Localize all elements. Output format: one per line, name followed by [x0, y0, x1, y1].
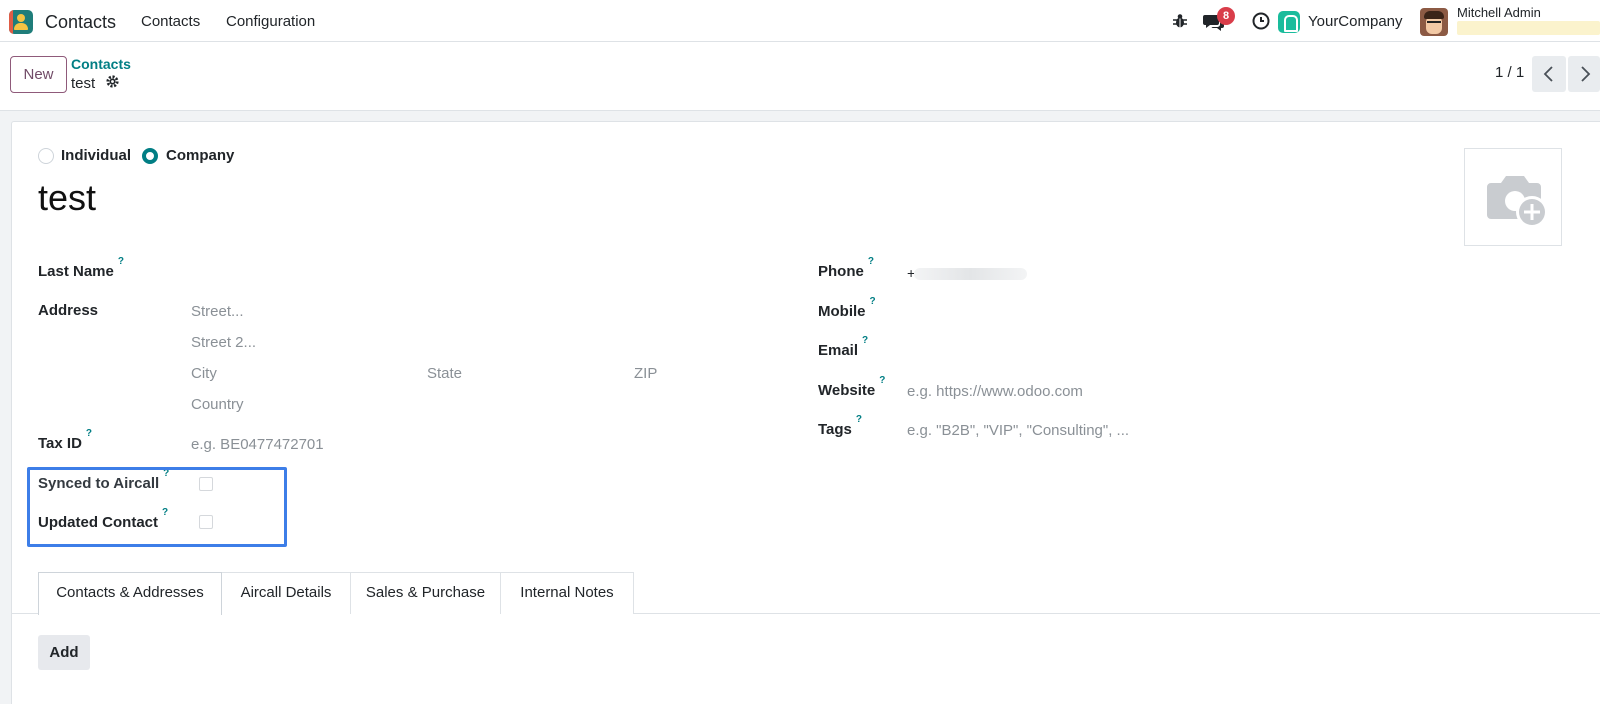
control-panel: New Contacts test 1 / 1 [0, 42, 1600, 111]
tax-id-label: Tax ID? [38, 428, 93, 452]
contacts-app-icon[interactable] [9, 10, 33, 34]
pager-previous-button[interactable] [1532, 56, 1566, 92]
gear-icon[interactable] [105, 74, 120, 89]
company-switcher[interactable]: YourCompany [1308, 13, 1403, 30]
email-help[interactable]: ? [862, 335, 868, 346]
form-sheet: Individual Company test Last Name? Addre… [11, 121, 1600, 704]
address-label: Address [38, 302, 99, 319]
breadcrumb-current: test [71, 75, 96, 92]
mobile-label: Mobile? [818, 296, 876, 320]
tab-contacts-addresses[interactable]: Contacts & Addresses [38, 572, 222, 615]
zip-input[interactable]: ZIP [634, 365, 657, 382]
radio-individual-label[interactable]: Individual [61, 147, 131, 164]
clock-icon[interactable] [1252, 12, 1270, 30]
tab-internal-notes[interactable]: Internal Notes [501, 572, 634, 614]
state-input[interactable]: State [427, 365, 462, 382]
street-input[interactable]: Street... [191, 303, 244, 320]
chevron-left-icon [1543, 66, 1553, 82]
radio-individual[interactable] [38, 148, 54, 164]
country-input[interactable]: Country [191, 396, 244, 413]
website-help[interactable]: ? [879, 375, 885, 386]
menu-configuration[interactable]: Configuration [226, 13, 315, 30]
user-menu-name[interactable]: Mitchell Admin [1457, 5, 1541, 20]
phone-label: Phone? [818, 256, 874, 280]
mobile-help[interactable]: ? [870, 296, 876, 307]
user-avatar[interactable] [1420, 8, 1448, 36]
pager-next-button[interactable] [1568, 56, 1600, 92]
menu-contacts[interactable]: Contacts [141, 13, 200, 30]
bug-icon[interactable] [1171, 12, 1189, 30]
website-input[interactable]: e.g. https://www.odoo.com [907, 383, 1083, 400]
phone-help[interactable]: ? [868, 256, 874, 267]
breadcrumb-contacts[interactable]: Contacts [71, 56, 131, 72]
tags-label: Tags? [818, 414, 863, 438]
tags-help[interactable]: ? [856, 414, 862, 425]
company-icon[interactable] [1278, 11, 1300, 33]
radio-company-label[interactable]: Company [166, 147, 234, 164]
website-label: Website? [818, 375, 886, 399]
radio-company[interactable] [142, 148, 158, 164]
tags-input[interactable]: e.g. "B2B", "VIP", "Consulting", ... [907, 422, 1129, 439]
aircall-fields-highlight [27, 467, 287, 547]
add-contact-button[interactable]: Add [38, 635, 90, 670]
street2-input[interactable]: Street 2... [191, 334, 256, 351]
tab-aircall-details[interactable]: Aircall Details [222, 572, 351, 614]
email-label: Email? [818, 335, 869, 359]
chevron-right-icon [1581, 66, 1591, 82]
tax-id-help[interactable]: ? [86, 428, 92, 439]
city-input[interactable]: City [191, 365, 217, 382]
app-name[interactable]: Contacts [45, 12, 116, 33]
messages-count-badge: 8 [1217, 7, 1235, 25]
new-button[interactable]: New [10, 56, 67, 93]
database-name-redacted [1457, 21, 1600, 35]
last-name-help[interactable]: ? [118, 256, 124, 267]
tax-id-input[interactable]: e.g. BE0477472701 [191, 436, 324, 453]
record-name-input[interactable]: test [38, 177, 96, 219]
last-name-label: Last Name? [38, 256, 124, 280]
camera-plus-icon [1487, 176, 1548, 228]
image-upload[interactable] [1464, 148, 1562, 246]
phone-value-redacted [914, 268, 1027, 280]
pager-value[interactable]: 1 / 1 [1495, 64, 1524, 81]
top-navbar: Contacts Contacts Configuration 8 YourCo… [0, 0, 1600, 42]
tab-sales-purchase[interactable]: Sales & Purchase [351, 572, 501, 614]
